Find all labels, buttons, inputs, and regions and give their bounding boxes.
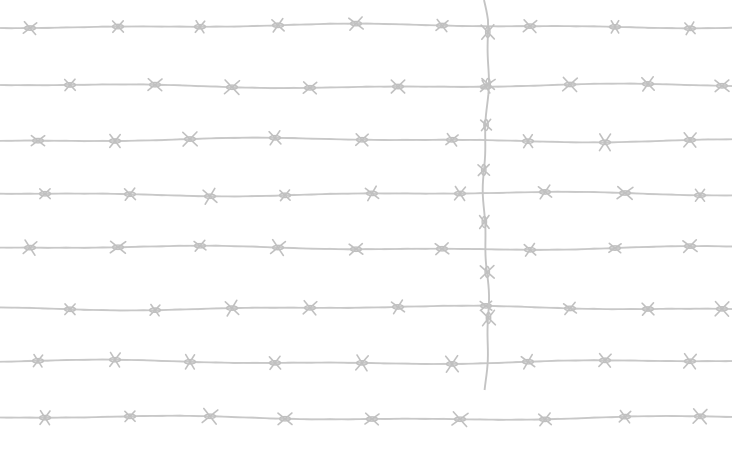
horizontal-wires-group	[0, 16, 733, 428]
barb	[561, 76, 579, 93]
barb	[147, 77, 163, 92]
wire-strand-twist	[0, 82, 733, 90]
vertical-wire	[481, 0, 490, 391]
barb	[616, 185, 634, 201]
barb	[364, 412, 380, 426]
barb	[682, 239, 698, 254]
barbed-wire-row	[0, 407, 733, 428]
barb	[277, 412, 293, 426]
barb	[182, 131, 198, 147]
barb	[109, 240, 127, 255]
vertical-barb	[480, 23, 496, 41]
barb	[269, 238, 287, 257]
barb	[201, 407, 219, 425]
barbed-wire-row	[0, 299, 733, 317]
barb	[451, 411, 469, 428]
vertical-barb	[480, 309, 497, 327]
barb	[347, 16, 365, 32]
barbed-wire-row	[0, 238, 733, 257]
barb	[223, 79, 241, 96]
barbed-wire-row	[0, 16, 733, 36]
barb	[714, 79, 730, 93]
barbed-wire-fence	[0, 0, 737, 463]
barbed-wire-row	[0, 130, 733, 152]
barb	[692, 408, 708, 425]
barbed-wire-row	[0, 184, 733, 205]
vertical-wire-group	[477, 0, 497, 391]
barbed-wire-row	[0, 76, 733, 96]
barbed-wire-row	[0, 351, 733, 374]
barb	[202, 187, 218, 205]
